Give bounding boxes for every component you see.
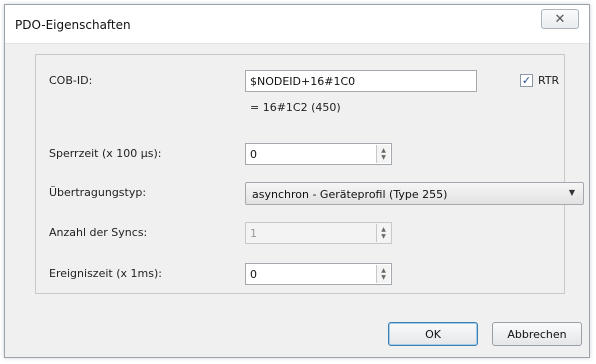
cancel-button[interactable]: Abbrechen — [492, 322, 582, 346]
inhibit-time-spinner[interactable]: ▲ ▼ — [376, 145, 390, 163]
inhibit-time-value: 0 — [250, 148, 257, 161]
close-button[interactable]: ✕ — [541, 9, 579, 29]
inhibit-time-input[interactable]: 0 ▲ ▼ — [245, 143, 392, 165]
dialog-body: COB-ID: $NODEID+16#1C0 = 16#1C2 (450) ✓ … — [5, 44, 589, 357]
spin-down-icon: ▼ — [381, 233, 386, 240]
spin-down-icon: ▼ — [381, 154, 386, 161]
event-time-input[interactable]: 0 ▲ ▼ — [245, 263, 392, 285]
sync-count-input: 1 ▲ ▼ — [245, 222, 392, 244]
cob-id-input[interactable]: $NODEID+16#1C0 — [245, 70, 477, 92]
spin-down-icon: ▼ — [381, 274, 386, 281]
sync-count-label: Anzahl der Syncs: — [49, 226, 148, 239]
checkmark-icon: ✓ — [521, 74, 532, 87]
rtr-label: RTR — [538, 74, 560, 87]
title-bar: PDO-Eigenschaften ✕ — [5, 5, 589, 44]
spin-up-icon: ▲ — [381, 147, 386, 154]
rtr-checkbox[interactable]: ✓ — [520, 74, 533, 87]
event-time-value: 0 — [250, 268, 257, 281]
event-time-label: Ereigniszeit (x 1ms): — [49, 267, 162, 280]
spin-up-icon: ▲ — [381, 226, 386, 233]
transmission-type-select[interactable]: asynchron - Geräteprofil (Type 255) ▼ — [245, 182, 584, 205]
close-icon: ✕ — [554, 11, 566, 27]
event-time-spinner[interactable]: ▲ ▼ — [376, 265, 390, 283]
sync-count-spinner: ▲ ▼ — [376, 224, 390, 242]
chevron-down-icon: ▼ — [568, 188, 575, 197]
dialog-title: PDO-Eigenschaften — [15, 18, 131, 32]
pdo-properties-dialog: PDO-Eigenschaften ✕ COB-ID: $NODEID+16#1… — [4, 4, 590, 358]
transmission-type-label: Übertragungstyp: — [49, 186, 147, 199]
cob-id-resolved: = 16#1C2 (450) — [250, 101, 341, 114]
sync-count-value: 1 — [250, 227, 257, 240]
transmission-type-value: asynchron - Geräteprofil (Type 255) — [252, 188, 448, 201]
inhibit-time-label: Sperrzeit (x 100 µs): — [49, 147, 162, 160]
cob-id-label: COB-ID: — [49, 74, 93, 87]
ok-button[interactable]: OK — [388, 322, 478, 346]
spin-up-icon: ▲ — [381, 267, 386, 274]
